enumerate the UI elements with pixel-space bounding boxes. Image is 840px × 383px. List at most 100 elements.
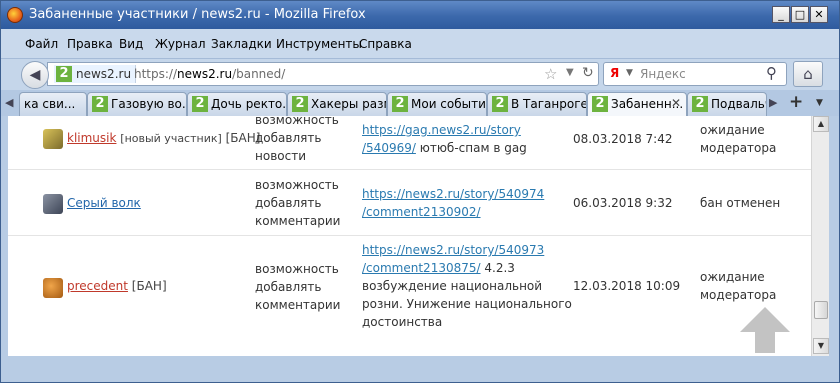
url-path: /banned/ <box>232 67 286 81</box>
restriction-line: комментарии <box>255 214 341 228</box>
avatar <box>43 194 63 214</box>
ban-reason: 4.2.3 <box>484 261 515 275</box>
tab-5[interactable]: 2 Мои событи... <box>387 92 487 116</box>
navigation-bar: 2 news2.ru https://news2.ru/banned/ ☆ ▼ … <box>1 59 839 90</box>
restriction-line: добавлять <box>255 196 322 210</box>
url-bar[interactable]: 2 news2.ru https://news2.ru/banned/ ☆ ▼ … <box>47 62 599 86</box>
search-placeholder: Яндекс <box>640 67 686 81</box>
minimize-button[interactable]: _ <box>772 6 790 23</box>
comment-link[interactable]: https://gag.news2.ru/story <box>362 123 521 137</box>
yandex-icon[interactable]: Я <box>610 66 624 82</box>
menu-bar: Файл Правка Вид Журнал Закладки Инструме… <box>1 29 839 59</box>
user-link[interactable]: klimusik <box>67 131 116 145</box>
close-button[interactable]: ✕ <box>810 6 828 23</box>
site-logo-icon: 2 <box>192 96 208 112</box>
table-row: klimusik [новый участник] [БАН] возможно… <box>8 116 811 170</box>
tab-3[interactable]: 2 Дочь ректо... <box>187 92 287 116</box>
title-bar: Забаненные участники / news2.ru - Mozill… <box>1 1 839 29</box>
table-row: Серый волк возможность добавлять коммент… <box>8 170 811 236</box>
restriction-line: возможность <box>255 116 339 127</box>
scroll-down-arrow-icon[interactable]: ▼ <box>813 338 829 354</box>
avatar <box>43 278 63 298</box>
avatar <box>43 129 63 149</box>
site-identity-button[interactable]: 2 news2.ru <box>54 65 137 83</box>
comment-link[interactable]: /540969/ <box>362 141 416 155</box>
tab-close-icon[interactable]: ✕ <box>671 96 681 110</box>
tab-label: ка сви... <box>24 97 76 111</box>
site-logo-icon: 2 <box>592 96 608 112</box>
site-identity-label: news2.ru <box>76 67 132 81</box>
comment-link[interactable]: https://news2.ru/story/540974 <box>362 187 544 201</box>
menu-edit[interactable]: Правка <box>67 37 113 51</box>
ban-date: 12.03.2018 10:09 <box>573 279 681 293</box>
tab-label: Хакеры разм... <box>311 97 386 111</box>
ban-date: 06.03.2018 9:32 <box>573 196 673 210</box>
reload-icon[interactable]: ↻ <box>582 65 594 81</box>
tab-label: Подвальч... <box>711 97 766 111</box>
ban-reason: возбуждение национальной <box>362 279 543 293</box>
tab-scroll-left-icon[interactable]: ◀ <box>5 96 13 109</box>
table-row: precedent [БАН] возможность добавлять ко… <box>8 236 811 356</box>
comment-link[interactable]: https://news2.ru/story/540973 <box>362 243 544 257</box>
home-button[interactable]: ⌂ <box>793 61 823 87</box>
restriction-line: возможность <box>255 262 339 276</box>
menu-bookmarks[interactable]: Закладки <box>211 37 272 51</box>
tab-6[interactable]: 2 В Таганроге ... <box>487 92 587 116</box>
tab-bar: ◀ ка сви... 2 Газовую во... 2 Дочь ректо… <box>1 90 839 117</box>
user-link[interactable]: precedent <box>67 279 128 293</box>
restriction-line: новости <box>255 149 306 163</box>
scroll-to-top-icon[interactable] <box>738 305 792 355</box>
url-prefix: https:// <box>134 67 178 81</box>
tab-8[interactable]: 2 Подвальч... <box>687 92 767 116</box>
search-box[interactable]: Я ▼ Яндекс ⚲ <box>603 62 787 86</box>
tab-label: Дочь ректо... <box>211 97 287 111</box>
window-title: Забаненные участники / news2.ru - Mozill… <box>29 7 366 22</box>
tab-scroll-right-icon[interactable]: ▶ <box>769 96 777 109</box>
browser-window: Забаненные участники / news2.ru - Mozill… <box>0 0 840 383</box>
site-logo-icon: 2 <box>392 96 408 112</box>
ban-tag: [БАН] <box>131 279 167 293</box>
site-logo-icon: 2 <box>492 96 508 112</box>
tab-4[interactable]: 2 Хакеры разм... <box>287 92 387 116</box>
vertical-scrollbar[interactable]: ▲ ▼ <box>811 116 829 356</box>
search-icon[interactable]: ⚲ <box>766 64 777 82</box>
menu-view[interactable]: Вид <box>119 37 143 51</box>
comment-link[interactable]: /comment2130875/ <box>362 261 481 275</box>
menu-help[interactable]: Справка <box>359 37 412 51</box>
user-link[interactable]: Серый волк <box>67 196 141 210</box>
site-logo-icon: 2 <box>692 96 708 112</box>
search-engine-dropdown-icon[interactable]: ▼ <box>626 68 633 78</box>
maximize-button[interactable]: □ <box>791 6 809 23</box>
scroll-up-arrow-icon[interactable]: ▲ <box>813 116 829 132</box>
restriction-line: добавлять <box>255 131 322 145</box>
window-bottom-frame <box>1 356 839 382</box>
restriction-line: добавлять <box>255 280 322 294</box>
ban-reason: розни. Унижение национального <box>362 297 572 311</box>
site-logo-icon: 2 <box>292 96 308 112</box>
tab-list-icon[interactable]: ▼ <box>816 98 823 108</box>
url-domain: news2.ru <box>177 67 233 81</box>
menu-tools[interactable]: Инструменты <box>276 37 362 51</box>
url-text[interactable]: https://news2.ru/banned/ <box>134 67 285 81</box>
tab-7-active[interactable]: 2 Забаненн... ✕ <box>587 92 687 117</box>
restriction-line: комментарии <box>255 298 341 312</box>
comment-link[interactable]: /comment2130902/ <box>362 205 481 219</box>
back-button[interactable]: ◀ <box>21 61 49 89</box>
ban-reason: ютюб-спам в gag <box>419 141 527 155</box>
user-note: [новый участник] <box>120 132 222 145</box>
bookmark-star-icon[interactable]: ☆ <box>544 65 557 83</box>
tab-2[interactable]: 2 Газовую во... <box>87 92 187 116</box>
scrollbar-thumb[interactable] <box>814 301 828 319</box>
status-line: бан отменен <box>700 196 781 210</box>
menu-history[interactable]: Журнал <box>155 37 206 51</box>
history-dropdown-icon[interactable]: ▼ <box>566 67 574 78</box>
page-content: klimusik [новый участник] [БАН] возможно… <box>8 116 811 356</box>
site-logo-icon: 2 <box>92 96 108 112</box>
status-line: модератора <box>700 288 777 302</box>
ban-date: 08.03.2018 7:42 <box>573 132 673 146</box>
new-tab-button[interactable]: + <box>789 92 803 112</box>
menu-file[interactable]: Файл <box>25 37 58 51</box>
tab-1[interactable]: ка сви... <box>19 92 87 116</box>
status-line: модератора <box>700 141 777 155</box>
status-line: ожидание <box>700 123 765 137</box>
